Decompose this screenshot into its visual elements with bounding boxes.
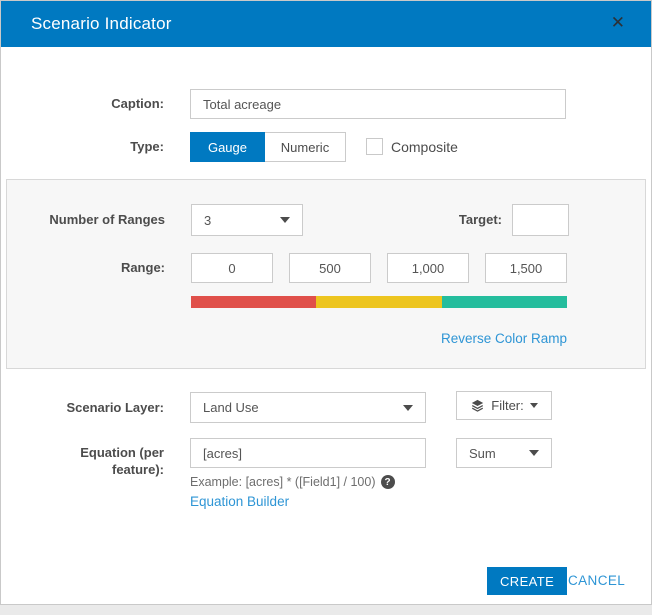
equation-example: Example: [acres] * ([Field1] / 100) ? (190, 475, 395, 489)
aggregation-value: Sum (469, 445, 496, 461)
number-of-ranges-value: 3 (204, 212, 212, 228)
scenario-indicator-dialog-screen: Scenario Indicator ✕ Caption: Type: Gaug… (0, 0, 652, 615)
caption-label: Caption: (111, 96, 164, 111)
scenario-layer-value: Land Use (203, 400, 259, 415)
layers-icon (472, 399, 484, 412)
dialog-titlebar: Scenario Indicator ✕ (1, 1, 651, 47)
equation-label: Equation (per feature): (80, 445, 164, 477)
ramp-segment-yellow (316, 296, 442, 308)
equation-input[interactable] (190, 438, 426, 468)
scenario-layer-dropdown[interactable]: Land Use (190, 392, 426, 423)
close-icon[interactable]: ✕ (611, 1, 625, 47)
page-background-strip (0, 605, 652, 615)
type-numeric-button[interactable]: Numeric (265, 132, 346, 162)
cancel-button[interactable]: CANCEL (568, 567, 625, 595)
caret-down-icon (280, 217, 290, 223)
composite-label: Composite (391, 139, 458, 155)
caret-down-icon (403, 404, 413, 411)
type-toggle-group: Gauge Numeric (190, 132, 346, 162)
range-input-2[interactable] (289, 253, 371, 283)
scenario-layer-label: Scenario Layer: (66, 400, 164, 415)
range-input-3[interactable] (387, 253, 469, 283)
equation-example-text: Example: [acres] * ([Field1] / 100) (190, 475, 376, 489)
type-label: Type: (130, 139, 164, 154)
filter-label: Filter: (491, 398, 524, 413)
target-label: Target: (458, 212, 502, 227)
caret-down-icon (529, 450, 539, 456)
reverse-color-ramp-link[interactable]: Reverse Color Ramp (441, 331, 567, 346)
ramp-segment-green (441, 296, 567, 308)
number-of-ranges-dropdown[interactable]: 3 (191, 204, 303, 236)
target-input[interactable] (512, 204, 569, 236)
help-icon[interactable]: ? (380, 475, 395, 489)
dialog-title: Scenario Indicator (31, 14, 172, 33)
filter-dropdown-button[interactable]: Filter: (456, 391, 552, 420)
aggregation-dropdown[interactable]: Sum (456, 438, 552, 468)
equation-builder-link[interactable]: Equation Builder (190, 494, 289, 509)
caption-input[interactable] (190, 89, 566, 119)
scenario-indicator-dialog: Scenario Indicator ✕ Caption: Type: Gaug… (0, 0, 652, 605)
ramp-segment-red (191, 296, 317, 308)
ranges-panel: Number of Ranges 3 Target: Range: Revers… (6, 179, 646, 369)
range-input-1[interactable] (191, 253, 273, 283)
number-of-ranges-label: Number of Ranges (49, 212, 165, 227)
color-ramp (191, 296, 567, 308)
create-button[interactable]: CREATE (487, 567, 568, 595)
range-input-4[interactable] (485, 253, 567, 283)
type-gauge-button[interactable]: Gauge (190, 132, 265, 162)
composite-checkbox[interactable] (366, 138, 383, 155)
caret-down-icon (529, 403, 538, 408)
range-label: Range: (120, 260, 165, 275)
